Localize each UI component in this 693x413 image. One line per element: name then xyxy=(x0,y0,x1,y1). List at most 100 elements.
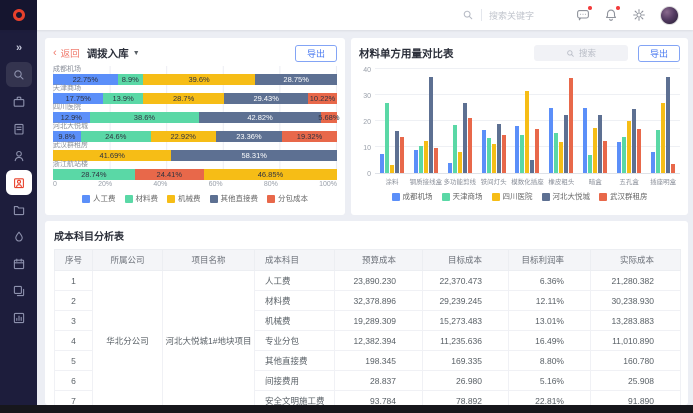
bar[interactable] xyxy=(535,129,539,173)
bar[interactable] xyxy=(569,78,573,173)
legend-item[interactable]: 河北大悦城 xyxy=(542,191,591,202)
sidebar-item-briefcase[interactable] xyxy=(6,89,32,114)
bar-segment[interactable]: 17.75% xyxy=(53,93,103,104)
legend-item[interactable]: 人工费 xyxy=(82,193,116,204)
bar[interactable] xyxy=(617,142,621,173)
column-header[interactable]: 成本科目 xyxy=(255,250,335,271)
bar-segment[interactable]: 58.31% xyxy=(171,150,337,161)
legend-item[interactable]: 机械费 xyxy=(167,193,201,204)
bell-icon[interactable] xyxy=(604,8,618,22)
sidebar-item-report[interactable] xyxy=(6,305,32,330)
bar[interactable] xyxy=(656,130,660,173)
sidebar-item-document[interactable] xyxy=(6,116,32,141)
chevron-down-icon[interactable]: ▼ xyxy=(133,50,140,57)
bar-segment[interactable]: 9.8% xyxy=(53,131,81,142)
bar[interactable] xyxy=(482,130,486,173)
sidebar-item-user[interactable] xyxy=(6,143,32,168)
bar[interactable] xyxy=(564,115,568,174)
bar[interactable] xyxy=(559,142,563,173)
column-header[interactable]: 实际成本 xyxy=(591,250,681,271)
bar[interactable] xyxy=(525,91,529,173)
bar[interactable] xyxy=(502,135,506,173)
bar[interactable] xyxy=(380,154,384,174)
bar-segment[interactable]: 41.69% xyxy=(53,150,171,161)
legend-item[interactable]: 成都机场 xyxy=(392,191,433,202)
bar[interactable] xyxy=(530,160,534,173)
legend-item[interactable]: 材料费 xyxy=(125,193,159,204)
bar-segment[interactable]: 13.9% xyxy=(103,93,142,104)
bar[interactable] xyxy=(593,128,597,174)
collapse-button[interactable]: » xyxy=(6,35,32,60)
legend-item[interactable]: 其他直接费 xyxy=(210,193,259,204)
bar[interactable] xyxy=(583,108,587,173)
bar-segment[interactable]: 23.36% xyxy=(216,131,282,142)
legend-item[interactable]: 武汉群租房 xyxy=(599,191,648,202)
back-link[interactable]: 返回 xyxy=(61,46,80,60)
bar-segment[interactable]: 19.32% xyxy=(282,131,337,142)
bar[interactable] xyxy=(453,125,457,173)
bar[interactable] xyxy=(497,124,501,173)
bar[interactable] xyxy=(458,152,462,173)
bar[interactable] xyxy=(632,109,636,173)
back-chevron-icon[interactable]: ‹ xyxy=(53,48,57,59)
bar-segment[interactable]: 28.75% xyxy=(255,74,337,85)
sidebar-item-calendar[interactable] xyxy=(6,251,32,276)
bar[interactable] xyxy=(588,155,592,173)
app-logo[interactable] xyxy=(0,0,37,30)
bar[interactable] xyxy=(661,103,665,173)
sidebar-item-copy[interactable] xyxy=(6,278,32,303)
bar[interactable] xyxy=(627,121,631,173)
sidebar-item-search[interactable] xyxy=(6,62,32,87)
bar-segment[interactable]: 24.41% xyxy=(135,169,204,180)
legend-item[interactable]: 天津商场 xyxy=(442,191,483,202)
gear-icon[interactable] xyxy=(632,8,646,22)
bar[interactable] xyxy=(414,150,418,173)
message-icon[interactable] xyxy=(576,8,590,22)
bar-segment[interactable]: 8.9% xyxy=(118,74,143,85)
column-header[interactable]: 项目名称 xyxy=(163,250,255,271)
column-header[interactable]: 序号 xyxy=(55,250,93,271)
bar[interactable] xyxy=(424,141,428,174)
legend-item[interactable]: 四川医院 xyxy=(492,191,533,202)
legend-item[interactable]: 分包成本 xyxy=(267,193,308,204)
bar-segment[interactable]: 28.7% xyxy=(143,93,225,104)
bar[interactable] xyxy=(434,148,438,173)
bar[interactable] xyxy=(603,141,607,174)
bar-segment[interactable]: 38.6% xyxy=(90,112,200,123)
bar-segment[interactable]: 29.43% xyxy=(224,93,308,104)
bar[interactable] xyxy=(554,133,558,173)
column-header[interactable]: 所属公司 xyxy=(93,250,163,271)
bar[interactable] xyxy=(637,129,641,173)
bar[interactable] xyxy=(390,165,394,173)
bar[interactable] xyxy=(385,103,389,173)
bar-segment[interactable]: 42.82% xyxy=(199,112,321,123)
bar-segment[interactable]: 24.6% xyxy=(81,131,151,142)
bar[interactable] xyxy=(429,77,433,173)
sidebar-item-cost[interactable] xyxy=(6,170,32,195)
export-button-transfer[interactable]: 导出 xyxy=(295,45,337,62)
bar-segment[interactable]: 22.92% xyxy=(151,131,216,142)
bar-segment[interactable]: 10.22% xyxy=(308,93,337,104)
table-row[interactable]: 1华北分公司河北大悦城1#地块项目人工费23,890.23022,370.473… xyxy=(55,271,681,291)
bar[interactable] xyxy=(671,164,675,173)
column-header[interactable]: 目标成本 xyxy=(423,250,509,271)
bar[interactable] xyxy=(400,137,404,173)
bar[interactable] xyxy=(419,146,423,173)
bar[interactable] xyxy=(622,137,626,173)
avatar[interactable] xyxy=(660,6,679,25)
bar[interactable] xyxy=(598,115,602,174)
column-header[interactable]: 预算成本 xyxy=(335,250,423,271)
bar-segment[interactable]: 5.68% xyxy=(321,112,337,123)
bar-segment[interactable]: 22.75% xyxy=(53,74,118,85)
bar[interactable] xyxy=(487,138,491,173)
bar[interactable] xyxy=(520,135,524,173)
bar[interactable] xyxy=(666,77,670,173)
bar-segment[interactable]: 39.6% xyxy=(143,74,255,85)
bar[interactable] xyxy=(549,108,553,173)
sidebar-item-drop[interactable] xyxy=(6,224,32,249)
bar[interactable] xyxy=(463,103,467,173)
bar-segment[interactable]: 28.74% xyxy=(53,169,135,180)
bar[interactable] xyxy=(492,144,496,173)
sidebar-item-folder[interactable] xyxy=(6,197,32,222)
export-button-material[interactable]: 导出 xyxy=(638,45,680,62)
